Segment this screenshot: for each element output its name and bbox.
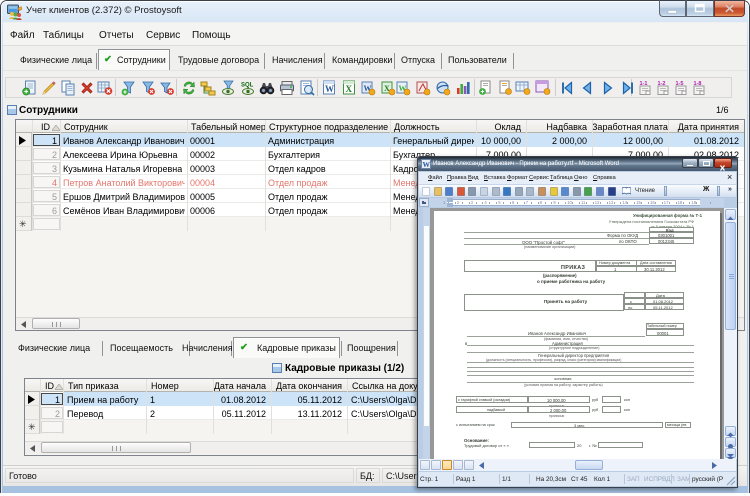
svg-text:W: W xyxy=(325,84,334,94)
svg-text:1-1: 1-1 xyxy=(640,81,648,87)
svg-text:SQL: SQL xyxy=(241,83,254,89)
svg-text:1-8: 1-8 xyxy=(694,81,702,87)
svg-text:W: W xyxy=(423,160,431,169)
svg-text:X: X xyxy=(346,84,353,94)
svg-text:1-2: 1-2 xyxy=(658,81,666,87)
svg-text:1-5: 1-5 xyxy=(676,81,684,87)
